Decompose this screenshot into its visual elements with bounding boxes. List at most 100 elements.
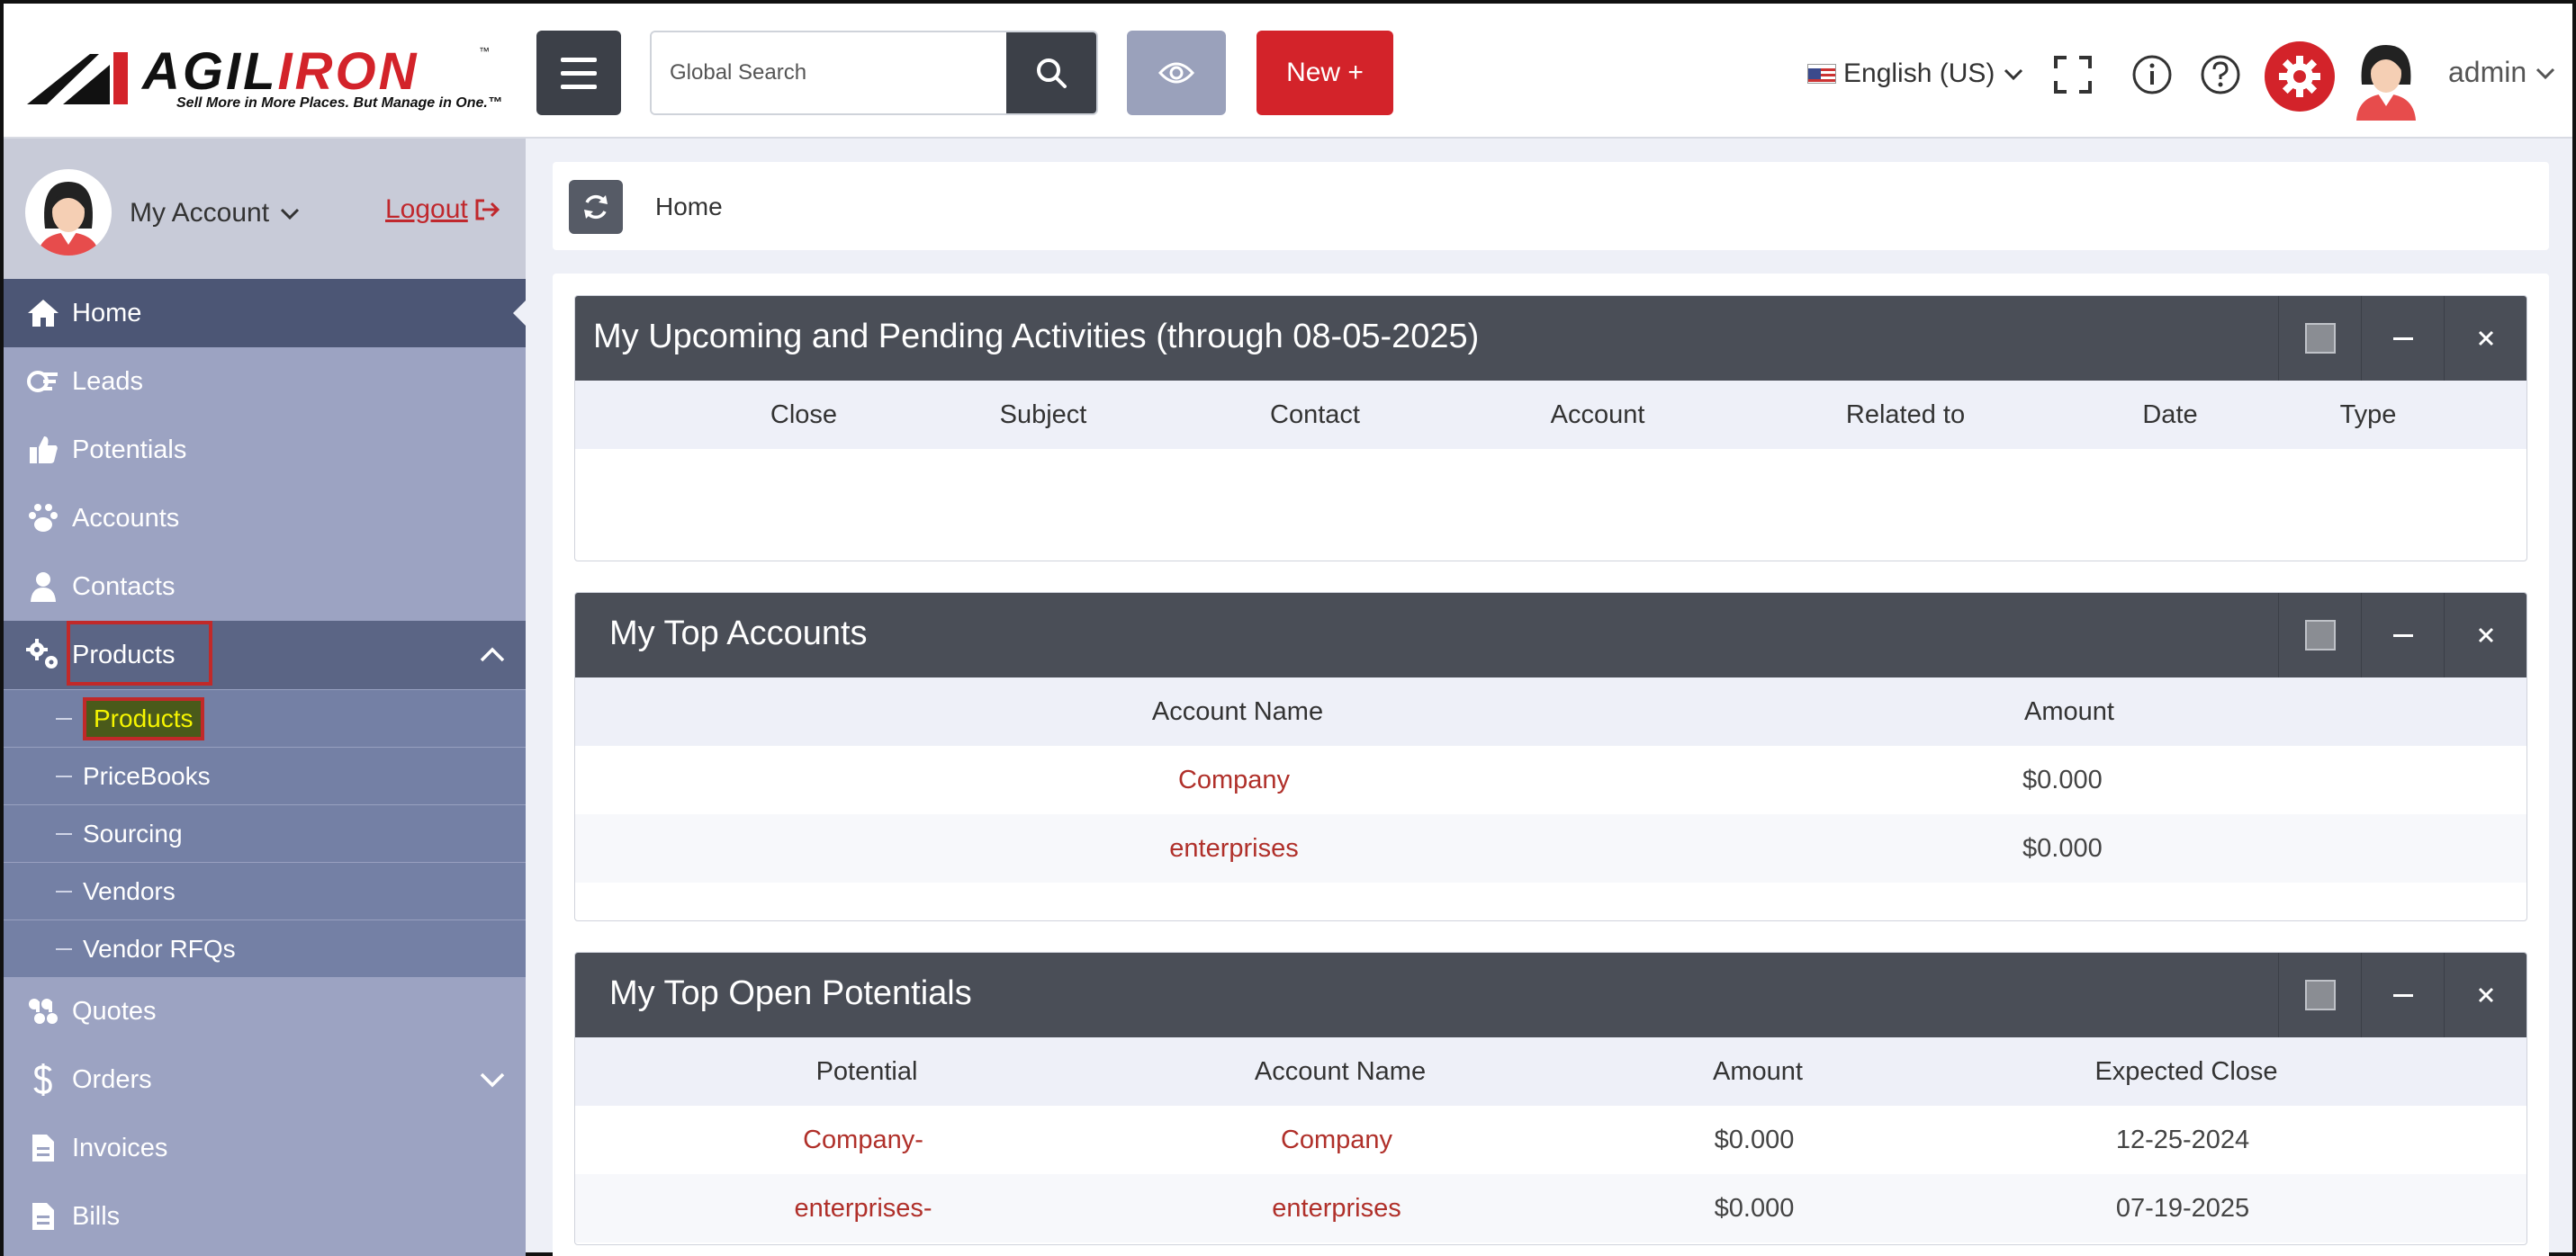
potential-link[interactable]: Company- — [803, 1126, 923, 1155]
widget-minimize-button[interactable] — [2361, 593, 2444, 677]
expected-close-cell: 12-25-2024 — [2115, 1126, 2250, 1154]
widget-close-button[interactable] — [2444, 593, 2526, 677]
column-header[interactable]: Subject — [1000, 400, 1087, 430]
user-avatar[interactable] — [2349, 40, 2423, 121]
chevron-down-icon[interactable] — [479, 1066, 506, 1093]
submenu-item-vendor-rfqs[interactable]: Vendor RFQs — [4, 920, 526, 977]
widget-maximize-button[interactable] — [2278, 296, 2361, 381]
column-header[interactable]: Date — [2142, 400, 2197, 430]
submenu-item-vendors[interactable]: Vendors — [4, 862, 526, 920]
minus-icon — [2392, 993, 2413, 997]
square-icon — [2304, 620, 2336, 650]
sidebar-item-label: Accounts — [72, 503, 180, 533]
column-header[interactable]: Account Name — [1152, 697, 1323, 727]
products-submenu: Products PriceBooks Sourcing Vendors Ven… — [4, 689, 526, 977]
dashboard-panel: My Upcoming and Pending Activities (thro… — [553, 274, 2549, 1256]
submenu-item-pricebooks[interactable]: PriceBooks — [4, 747, 526, 804]
widget-title: My Top Open Potentials — [609, 974, 972, 1012]
widget-maximize-button[interactable] — [2278, 593, 2361, 677]
logout-icon — [475, 199, 500, 220]
sidebar-item-leads[interactable]: Leads — [4, 347, 526, 416]
widget-title: My Upcoming and Pending Activities (thro… — [593, 318, 1480, 355]
logo-wordmark: AGILIRON — [142, 42, 419, 101]
my-account-menu[interactable]: My Account — [130, 198, 302, 229]
widget-top-potentials: My Top Open Potentials Potential Account… — [574, 952, 2527, 1245]
sidebar-item-label: Quotes — [72, 996, 157, 1026]
account-avatar[interactable] — [25, 169, 112, 256]
sidebar-item-contacts[interactable]: Contacts — [4, 552, 526, 621]
column-header[interactable]: Account — [1551, 400, 1645, 430]
hamburger-menu-button[interactable] — [536, 31, 621, 115]
sidebar-item-potentials[interactable]: Potentials — [4, 416, 526, 484]
submenu-item-label: Vendors — [83, 876, 176, 905]
table-row: enterprises- enterprises $0.000 07-19-20… — [575, 1174, 2526, 1243]
sidebar-item-quotes[interactable]: Quotes — [4, 977, 526, 1045]
global-search-input[interactable] — [652, 32, 1008, 113]
home-icon — [25, 295, 61, 331]
submenu-dash — [56, 717, 72, 720]
column-header[interactable]: Expected Close — [2094, 1057, 2277, 1087]
refresh-button[interactable] — [569, 180, 623, 234]
active-pointer-icon — [513, 301, 526, 326]
potential-link[interactable]: enterprises- — [794, 1194, 932, 1224]
widget-close-button[interactable] — [2444, 296, 2526, 381]
column-header[interactable]: Contact — [1270, 400, 1360, 430]
square-icon — [2304, 323, 2336, 354]
sidebar-item-invoices[interactable]: Invoices — [4, 1114, 526, 1182]
submenu-dash — [56, 832, 72, 835]
agiliron-logo[interactable]: AGILIRON ™ Sell More in More Places. But… — [27, 41, 502, 113]
top-header: AGILIRON ™ Sell More in More Places. But… — [4, 4, 2572, 139]
breadcrumb-current: Home — [655, 193, 723, 220]
widget-close-button[interactable] — [2444, 953, 2526, 1037]
user-name: admin — [2448, 56, 2527, 88]
help-icon[interactable] — [2200, 54, 2241, 95]
account-link[interactable]: Company — [1281, 1126, 1392, 1155]
sidebar-item-bills[interactable]: Bills — [4, 1182, 526, 1251]
sidebar-item-accounts[interactable]: Accounts — [4, 484, 526, 552]
account-link[interactable]: enterprises — [1169, 834, 1298, 864]
account-link[interactable]: enterprises — [1272, 1194, 1401, 1224]
column-header[interactable]: Account Name — [1255, 1057, 1426, 1087]
table-header: Potential Account Name Amount Expected C… — [575, 1037, 2526, 1106]
expected-close-cell: 07-19-2025 — [2115, 1194, 2250, 1223]
column-header[interactable]: Type — [2340, 400, 2397, 430]
sidebar-item-home[interactable]: Home — [4, 279, 526, 347]
sidebar-item-label: Leads — [72, 366, 144, 396]
settings-button[interactable] — [2265, 41, 2335, 112]
sidebar-item-label: Contacts — [72, 571, 176, 601]
chevron-up-icon[interactable] — [479, 641, 506, 668]
submenu-item-label: Sourcing — [83, 819, 183, 848]
sidebar-item-label: Orders — [72, 1064, 152, 1094]
column-header[interactable]: Potential — [816, 1057, 918, 1087]
language-selector[interactable]: English (US) — [1807, 56, 2025, 92]
breadcrumb: Home — [553, 162, 2549, 250]
submenu-item-products[interactable]: Products — [4, 689, 526, 747]
new-button[interactable]: New + — [1256, 31, 1393, 115]
table-header: Account Name Amount — [575, 677, 2526, 746]
table-row: Company $0.000 — [575, 746, 2526, 814]
minus-icon — [2392, 336, 2413, 340]
chevron-down-icon — [281, 208, 300, 220]
widget-minimize-button[interactable] — [2361, 296, 2444, 381]
column-header[interactable]: Related to — [1846, 400, 1965, 430]
fullscreen-icon[interactable] — [2052, 54, 2094, 95]
column-header[interactable]: Close — [770, 400, 837, 430]
column-header[interactable]: Amount — [2024, 697, 2114, 727]
amount-cell: $0.000 — [2022, 766, 2103, 794]
highlight-box-products-menu — [67, 621, 212, 686]
info-icon[interactable] — [2131, 54, 2173, 95]
submenu-item-sourcing[interactable]: Sourcing — [4, 804, 526, 862]
search-button[interactable] — [1006, 32, 1096, 113]
user-menu[interactable]: admin — [2448, 56, 2557, 89]
sidebar-item-orders[interactable]: Orders — [4, 1045, 526, 1114]
document-icon — [25, 1130, 61, 1166]
widget-maximize-button[interactable] — [2278, 953, 2361, 1037]
view-toggle-button[interactable] — [1127, 31, 1226, 115]
sidebar-item-label: Invoices — [72, 1133, 168, 1162]
sidebar-item-label: Potentials — [72, 435, 187, 464]
account-link[interactable]: Company — [1178, 766, 1290, 795]
column-header[interactable]: Amount — [1713, 1057, 1803, 1087]
widget-minimize-button[interactable] — [2361, 953, 2444, 1037]
logout-link[interactable]: Logout — [385, 194, 500, 225]
hamburger-icon — [561, 53, 597, 94]
